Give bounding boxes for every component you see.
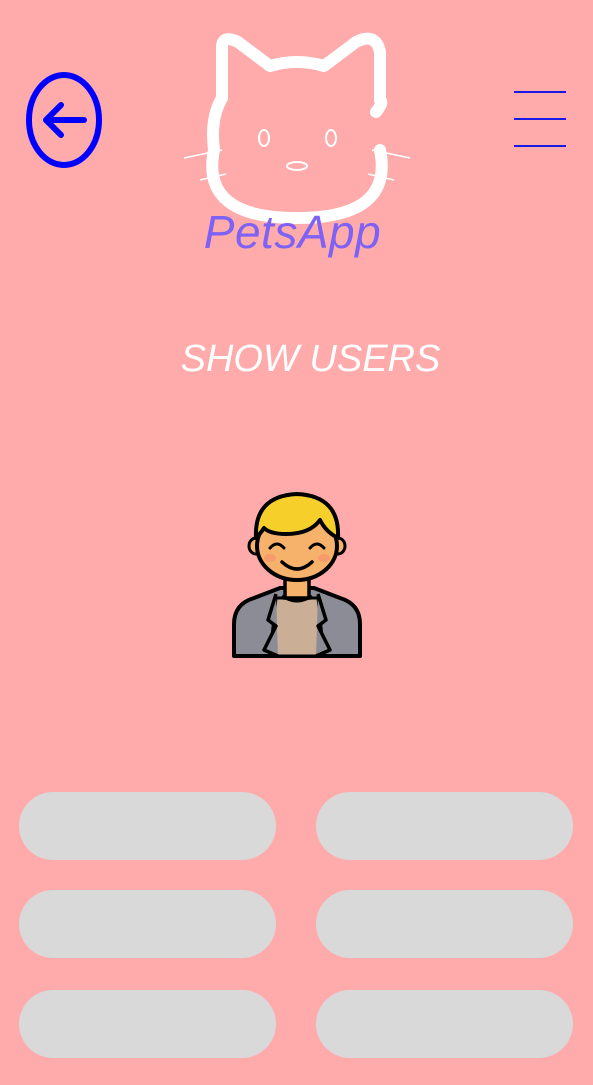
page-title: SHOW USERS xyxy=(180,338,441,380)
option-button[interactable] xyxy=(19,890,276,958)
option-button[interactable] xyxy=(19,990,276,1058)
menu-bar xyxy=(514,118,566,120)
user-avatar xyxy=(230,490,364,658)
app-logo xyxy=(180,28,414,228)
menu-button[interactable] xyxy=(513,88,567,152)
option-button[interactable] xyxy=(19,792,276,860)
user-avatar-icon xyxy=(232,492,362,658)
back-button[interactable] xyxy=(26,72,102,168)
option-button[interactable] xyxy=(316,890,573,958)
cat-face-icon xyxy=(183,32,411,225)
menu-bar xyxy=(514,145,566,147)
option-button[interactable] xyxy=(316,792,573,860)
app-name: PetsApp xyxy=(203,206,382,258)
menu-bar xyxy=(514,91,566,93)
option-button[interactable] xyxy=(316,990,573,1058)
arrow-left-circle-icon xyxy=(26,72,102,168)
